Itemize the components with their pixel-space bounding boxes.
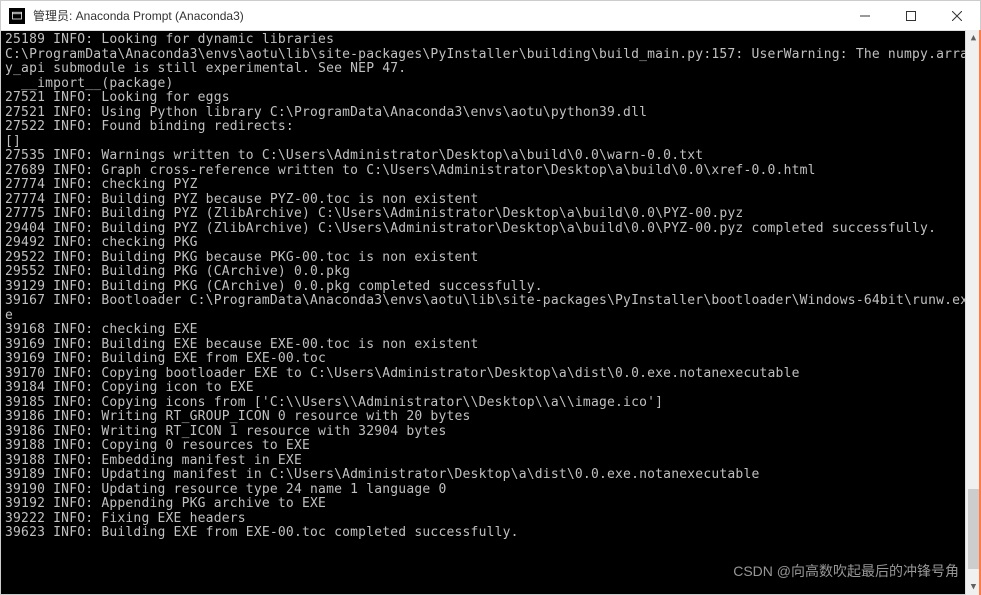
close-button[interactable] [934,1,980,30]
window-controls [842,1,980,30]
scroll-thumb[interactable] [968,489,979,569]
terminal-window: 管理员: Anaconda Prompt (Anaconda3) 25189 I… [0,0,981,595]
titlebar[interactable]: 管理员: Anaconda Prompt (Anaconda3) [1,1,980,31]
terminal-output[interactable]: 25189 INFO: Looking for dynamic librarie… [1,31,980,594]
minimize-button[interactable] [842,1,888,30]
app-icon [9,8,25,24]
window-title: 管理员: Anaconda Prompt (Anaconda3) [33,7,842,24]
maximize-button[interactable] [888,1,934,30]
